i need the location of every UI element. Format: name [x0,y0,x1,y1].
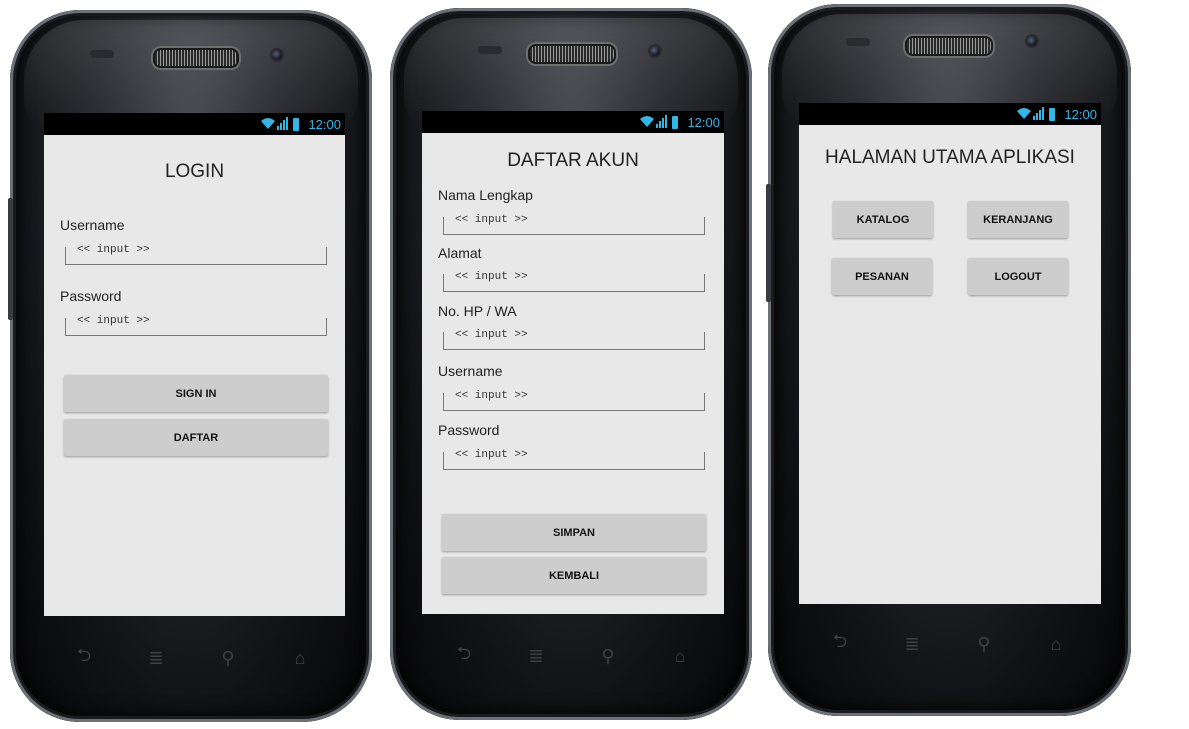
catalog-button[interactable]: KATALOG [833,201,933,238]
page-title: DAFTAR AKUN [507,150,639,171]
home-icon[interactable]: ⌂ [668,646,692,666]
status-time: 12:00 [1064,106,1097,122]
wifi-signal-icon [1017,107,1045,120]
username-label: Username [438,363,503,379]
back-icon[interactable]: ⮌ [452,643,476,666]
username-placeholder: << input >> [77,244,150,256]
register-button[interactable]: DAFTAR [64,419,328,456]
address-input[interactable]: << input >> [443,271,705,292]
status-bar: 12:00 [44,113,345,135]
orders-button[interactable]: PESANAN [832,258,932,295]
phone-input[interactable]: << input >> [443,329,705,350]
search-icon[interactable]: ⚲ [972,634,996,654]
signal-icons [1016,107,1060,121]
front-camera [1027,36,1037,46]
earpiece-speaker [528,44,616,64]
recent-apps-icon[interactable]: ≣ [144,648,168,668]
proximity-sensor [478,46,502,54]
cart-button[interactable]: KERANJANG [968,201,1068,238]
password-label: Password [60,288,122,304]
logout-button[interactable]: LOGOUT [968,258,1068,295]
wifi-signal-icon [640,115,668,128]
sign-in-button[interactable]: SIGN IN [64,375,328,412]
full-name-label: Nama Lengkap [438,187,533,203]
password-placeholder: << input >> [455,449,528,461]
battery-icon [672,116,679,129]
status-bar: 12:00 [799,103,1101,125]
username-label: Username [60,217,125,233]
recent-apps-icon[interactable]: ≣ [900,634,924,654]
phone-login: 12:00 LOGIN Username << input >> Passwor… [8,10,372,722]
username-input[interactable]: << input >> [443,390,705,411]
earpiece-speaker [153,48,239,68]
address-label: Alamat [438,245,482,261]
screen-register: 12:00 DAFTAR AKUN Nama Lengkap << input … [422,111,724,614]
phone-register: 12:00 DAFTAR AKUN Nama Lengkap << input … [390,8,752,720]
front-camera [650,46,660,56]
password-input[interactable]: << input >> [65,315,327,336]
proximity-sensor [846,38,870,46]
back-button[interactable]: KEMBALI [442,557,706,594]
page-title: LOGIN [164,161,225,182]
status-time: 12:00 [687,114,720,130]
full-name-placeholder: << input >> [455,214,528,226]
phone-placeholder: << input >> [455,329,528,341]
full-name-input[interactable]: << input >> [443,214,705,235]
nav-bar: ⮌ ≣ ⚲ ⌂ [452,643,692,668]
screen-home: 12:00 HALAMAN UTAMA APLIKASI KATALOG KER… [799,103,1101,604]
status-bar: 12:00 [422,111,724,133]
front-camera [272,50,282,60]
address-placeholder: << input >> [455,271,528,283]
page-title: HALAMAN UTAMA APLIKASI [825,147,1075,168]
phone-home: 12:00 HALAMAN UTAMA APLIKASI KATALOG KER… [766,4,1131,716]
signal-icons [260,117,304,131]
nav-bar: ⮌ ≣ ⚲ ⌂ [72,645,312,670]
wifi-signal-icon [261,117,289,130]
search-icon[interactable]: ⚲ [216,648,240,668]
home-icon[interactable]: ⌂ [288,648,312,668]
battery-icon [293,118,300,131]
nav-bar: ⮌ ≣ ⚲ ⌂ [828,631,1068,656]
save-button[interactable]: SIMPAN [442,514,706,551]
home-icon[interactable]: ⌂ [1044,634,1068,654]
recent-apps-icon[interactable]: ≣ [524,646,548,666]
proximity-sensor [90,50,114,58]
username-placeholder: << input >> [455,390,528,402]
search-icon[interactable]: ⚲ [596,646,620,666]
signal-icons [639,115,683,129]
screen-login: 12:00 LOGIN Username << input >> Passwor… [44,113,345,616]
password-label: Password [438,422,500,438]
back-icon[interactable]: ⮌ [828,631,852,654]
earpiece-speaker [905,36,993,56]
password-input[interactable]: << input >> [443,449,705,470]
password-placeholder: << input >> [77,315,150,327]
phone-label: No. HP / WA [438,303,517,319]
username-input[interactable]: << input >> [65,244,327,265]
status-time: 12:00 [308,116,341,132]
side-volume-button [766,184,771,302]
side-volume-button [8,198,13,320]
back-icon[interactable]: ⮌ [72,645,96,668]
battery-icon [1049,108,1056,121]
